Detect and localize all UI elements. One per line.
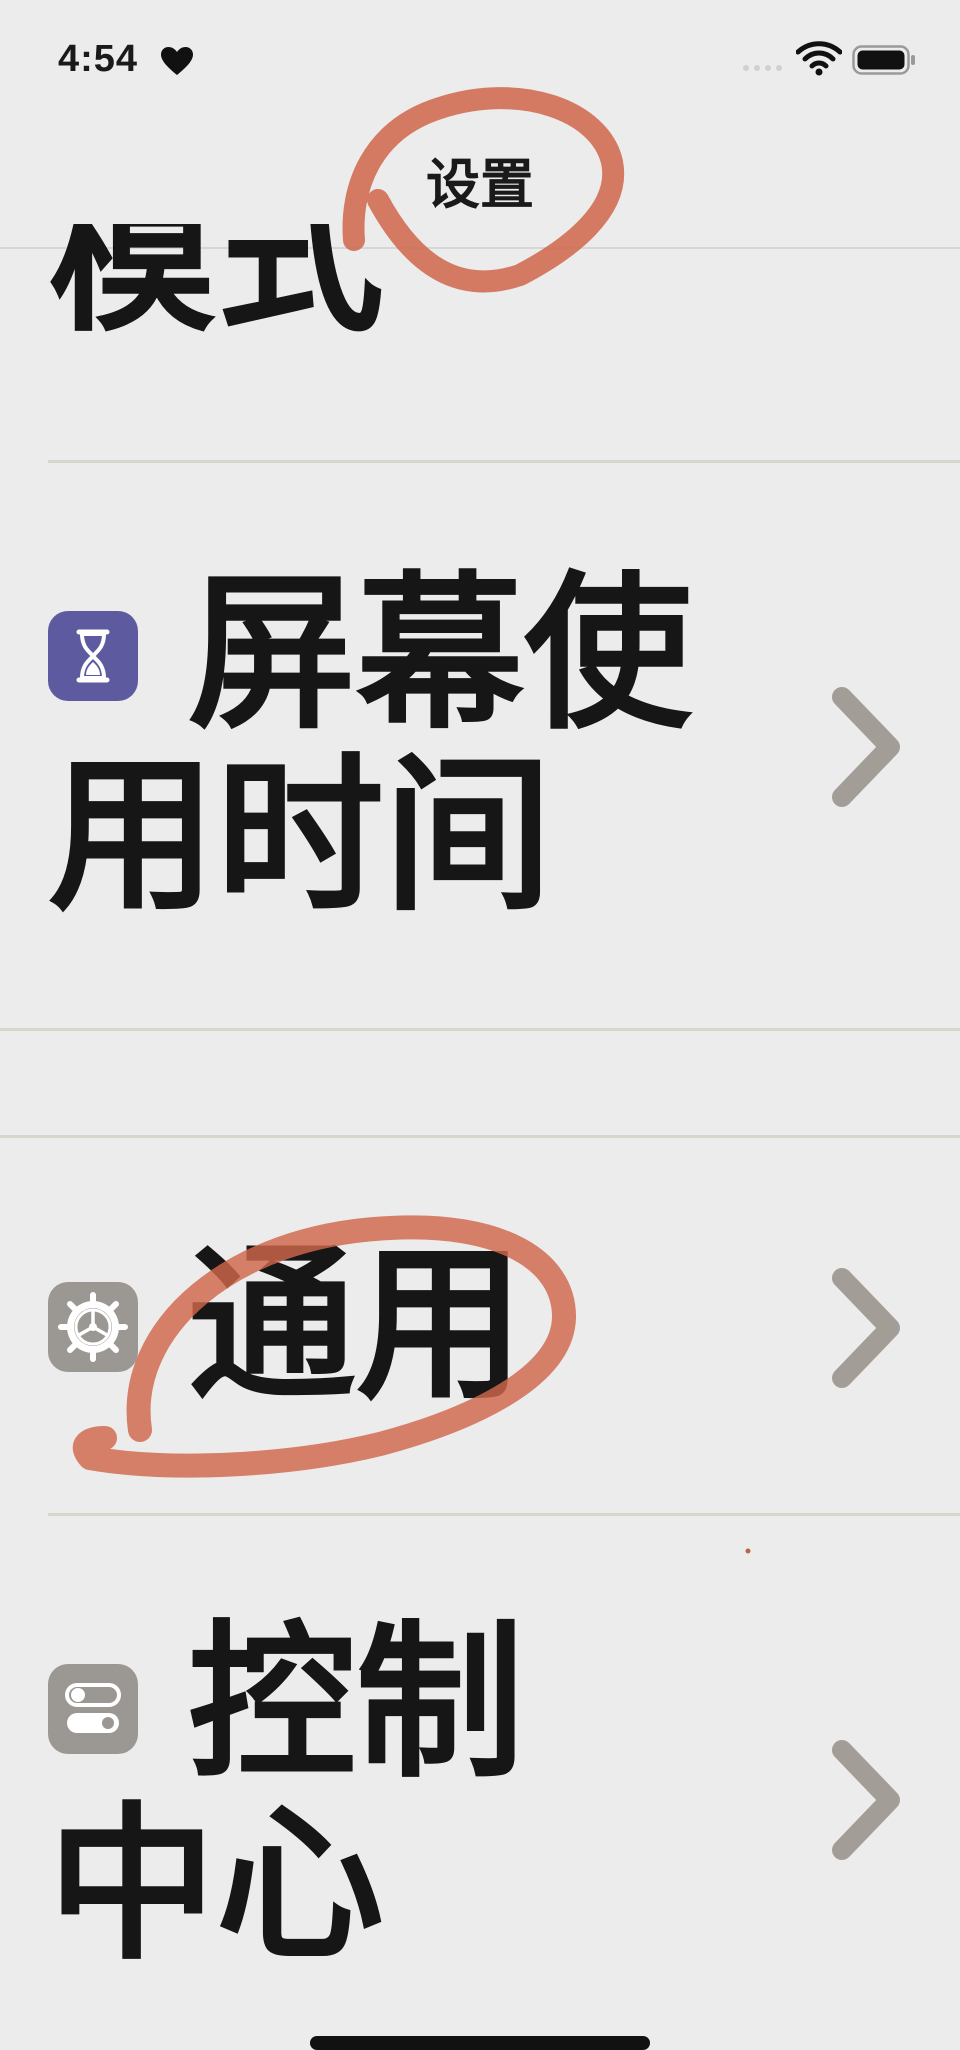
home-indicator[interactable] (310, 2036, 650, 2050)
settings-row-focus-mode[interactable]: 模式 (0, 224, 960, 460)
section-divider (0, 1028, 960, 1031)
heart-icon (161, 47, 193, 75)
general-app-icon (48, 1282, 138, 1372)
toggle-switches-icon (65, 1683, 121, 1733)
chevron-right-icon (832, 687, 900, 807)
settings-row-control-center[interactable]: 控制 中心 (0, 1516, 960, 2036)
battery-icon (852, 45, 915, 75)
row-label-line2: 中心 (48, 1787, 384, 1983)
control-center-app-icon (48, 1664, 138, 1754)
settings-row-screen-time[interactable]: 屏幕使 用时间 (0, 463, 960, 1028)
page-title: 设置 (426, 153, 534, 216)
row-label-line1: 控制 (188, 1605, 524, 1801)
status-bar: 4:54 (0, 0, 960, 120)
chevron-right-icon (832, 1268, 900, 1388)
hourglass-icon (76, 629, 110, 683)
settings-row-general[interactable]: 通用 (0, 1138, 960, 1513)
row-label-line1: 屏幕使 (188, 556, 692, 752)
cellular-signal-icon (743, 65, 782, 71)
gear-icon (58, 1292, 128, 1362)
row-label: 通用 (188, 1227, 524, 1423)
screen-time-app-icon (48, 611, 138, 701)
wifi-icon (796, 41, 842, 76)
row-label-line2: 用时间 (48, 738, 552, 934)
status-time: 4:54 (58, 38, 139, 80)
chevron-right-icon (832, 1740, 900, 1860)
